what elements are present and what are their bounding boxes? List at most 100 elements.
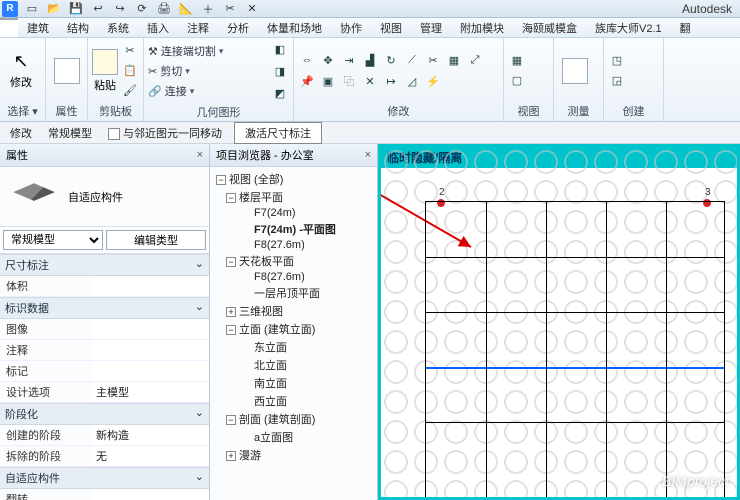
cat-identity[interactable]: 标识数据⌄ — [0, 297, 209, 319]
tab-annotate[interactable]: 注释 — [178, 18, 218, 37]
tree-item[interactable]: 一层吊顶平面 — [212, 284, 375, 302]
close-icon[interactable]: × — [197, 149, 203, 161]
rotate-icon[interactable]: ↻ — [382, 51, 400, 69]
align-icon[interactable]: ⇔ — [298, 51, 316, 69]
extend-icon[interactable]: ↦ — [382, 72, 400, 90]
tree-item[interactable]: a立面图 — [212, 428, 375, 446]
cope-button[interactable]: ⚒连接端切割▾ — [148, 43, 223, 59]
prop-row-mark[interactable]: 标记 — [0, 361, 209, 382]
collapse-icon[interactable]: − — [226, 325, 236, 335]
tree-item[interactable]: F8(27.6m) — [212, 270, 375, 284]
tree-floorplans[interactable]: −楼层平面 — [212, 188, 375, 206]
create-icon-2[interactable]: ◲ — [608, 72, 626, 90]
prop-row-comments[interactable]: 注释 — [0, 340, 209, 361]
tree-item[interactable]: F7(24m) — [212, 206, 375, 220]
cat-adaptive[interactable]: 自适应构件⌄ — [0, 467, 209, 489]
tab-plugin1[interactable]: 海颐威模盒 — [513, 18, 586, 37]
collapse-icon[interactable]: − — [226, 193, 236, 203]
properties-button[interactable] — [50, 49, 83, 93]
array-icon[interactable]: ▦ — [445, 51, 463, 69]
tree-item[interactable]: 南立面 — [212, 374, 375, 392]
pin-icon[interactable]: 📌 — [298, 72, 316, 90]
group-icon[interactable]: ▣ — [319, 72, 337, 90]
tab-modify[interactable] — [0, 18, 18, 37]
prop-row-image[interactable]: 图像 — [0, 319, 209, 340]
split-icon[interactable]: ✂ — [424, 51, 442, 69]
trim-icon[interactable]: ⟋ — [403, 51, 421, 69]
tab-system[interactable]: 系统 — [98, 18, 138, 37]
tree-item[interactable]: 北立面 — [212, 356, 375, 374]
tab-insert[interactable]: 插入 — [138, 18, 178, 37]
prop-row-created[interactable]: 创建的阶段新构造 — [0, 425, 209, 446]
join-geom-button[interactable]: 🔗连接▾ — [148, 83, 223, 99]
mirror-icon[interactable]: ▟ — [361, 51, 379, 69]
tab-more[interactable]: 翻 — [671, 18, 700, 37]
prop-row-flip[interactable]: 翻转 — [0, 489, 209, 500]
activate-dimensions-button[interactable]: 激活尺寸标注 — [234, 122, 322, 144]
demolish-icon[interactable]: ⚡ — [424, 72, 442, 90]
tree-sections[interactable]: −剖面 (建筑剖面) — [212, 410, 375, 428]
expand-icon[interactable]: + — [226, 307, 236, 317]
tab-analyze[interactable]: 分析 — [218, 18, 258, 37]
cat-dimensions[interactable]: 尺寸标注⌄ — [0, 254, 209, 276]
tab-collab[interactable]: 协作 — [331, 18, 371, 37]
qat-print-icon[interactable]: 🖨 — [154, 1, 174, 17]
tree-item[interactable]: 东立面 — [212, 338, 375, 356]
copy-mod-icon[interactable]: ⿻ — [340, 72, 358, 90]
copy-icon[interactable]: 📋 — [121, 62, 139, 80]
geom-icon-1[interactable]: ◧ — [271, 40, 289, 58]
match-icon[interactable]: 🖌 — [121, 82, 139, 100]
checkbox-icon[interactable] — [108, 128, 120, 140]
drawing-canvas[interactable]: 临时隐藏/隔离 2 3 BIMproject — [378, 144, 740, 500]
qat-measure-icon[interactable]: 📐 — [176, 1, 196, 17]
tab-massing[interactable]: 体量和场地 — [258, 18, 331, 37]
tree-walkthrough[interactable]: +漫游 — [212, 446, 375, 464]
prop-row-demolished[interactable]: 拆除的阶段无 — [0, 446, 209, 467]
geom-icon-2[interactable]: ◨ — [271, 62, 289, 80]
tree-views-root[interactable]: −视图 (全部) — [212, 170, 375, 188]
geom-icon-3[interactable]: ◩ — [271, 84, 289, 102]
tab-addins[interactable]: 附加模块 — [451, 18, 513, 37]
qat-sync-icon[interactable]: ⟳ — [132, 1, 152, 17]
tree-item[interactable]: F8(27.6m) — [212, 238, 375, 252]
edit-type-button[interactable]: 编辑类型 — [106, 230, 206, 250]
tree-item[interactable]: 西立面 — [212, 392, 375, 410]
corner-icon[interactable]: ◿ — [403, 72, 421, 90]
paste-button[interactable]: 粘贴 — [92, 49, 118, 93]
type-selector[interactable]: 常规模型 — [3, 230, 103, 250]
tab-view[interactable]: 视图 — [371, 18, 411, 37]
measure-button[interactable] — [558, 49, 592, 93]
view-icon-2[interactable]: ▢ — [508, 72, 526, 90]
opt-move-with[interactable]: 与邻近图元一同移动 — [104, 123, 226, 143]
delete-icon[interactable]: ✕ — [361, 72, 379, 90]
move-icon[interactable]: ✥ — [319, 51, 337, 69]
view-icon-1[interactable]: ▦ — [508, 52, 526, 70]
qat-cut-icon[interactable]: ✂ — [220, 1, 240, 17]
tree-ceilingplans[interactable]: −天花板平面 — [212, 252, 375, 270]
tree-elevations[interactable]: −立面 (建筑立面) — [212, 320, 375, 338]
scale-icon[interactable]: ⤢ — [466, 51, 484, 69]
cut-icon[interactable]: ✂ — [121, 42, 139, 60]
tab-arch[interactable]: 建筑 — [18, 18, 58, 37]
tab-manage[interactable]: 管理 — [411, 18, 451, 37]
qat-close-icon[interactable]: ✕ — [242, 1, 262, 17]
offset-icon[interactable]: ⇥ — [340, 51, 358, 69]
collapse-icon[interactable]: − — [216, 175, 226, 185]
qat-redo-icon[interactable]: ↪ — [110, 1, 130, 17]
tab-struct[interactable]: 结构 — [58, 18, 98, 37]
qat-open-icon[interactable]: 📂 — [44, 1, 64, 17]
cat-phasing[interactable]: 阶段化⌄ — [0, 403, 209, 425]
type-preview[interactable]: 自适应构件 — [0, 167, 209, 227]
cut-geom-button[interactable]: ✂剪切▾ — [148, 63, 223, 79]
expand-icon[interactable]: + — [226, 451, 236, 461]
collapse-icon[interactable]: − — [226, 257, 236, 267]
modify-tool-button[interactable]: ↖修改 — [4, 49, 38, 93]
create-icon-1[interactable]: ◳ — [608, 52, 626, 70]
qat-add-icon[interactable]: ＋ — [198, 1, 218, 17]
app-logo-icon[interactable]: R — [2, 1, 18, 17]
collapse-icon[interactable]: − — [226, 415, 236, 425]
tree-3d[interactable]: +三维视图 — [212, 302, 375, 320]
tab-plugin2[interactable]: 族库大师V2.1 — [586, 18, 671, 37]
qat-undo-icon[interactable]: ↩ — [88, 1, 108, 17]
close-icon[interactable]: × — [365, 149, 371, 161]
